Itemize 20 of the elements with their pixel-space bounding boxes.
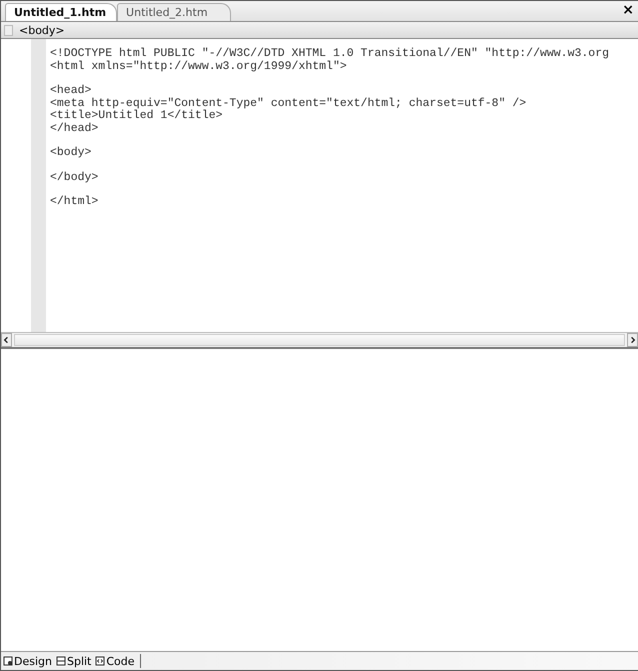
close-button[interactable]: × xyxy=(618,2,638,20)
view-button[interactable]: Split xyxy=(54,654,94,668)
design-view-icon xyxy=(3,656,13,666)
code-line: <meta http-equiv="Content-Type" content="text/html; charset=utf-8" /> xyxy=(50,98,528,110)
split-view-icon xyxy=(56,656,66,666)
code-view-icon xyxy=(95,656,106,666)
code-line: </body> xyxy=(50,172,100,184)
code-line: </html> xyxy=(50,196,100,208)
tag-selector-button[interactable]: <body> xyxy=(17,24,67,36)
code-line: </head> xyxy=(50,122,100,135)
code-line: <!DOCTYPE html PUBLIC "-//W3C//DTD XHTML 1.0 Transitional//EN" "http://www.w3.org xyxy=(50,48,609,60)
document-tab[interactable]: Untitled_1.htm xyxy=(5,3,118,21)
document-tab[interactable]: Untitled_2.htm xyxy=(117,3,231,21)
view-button[interactable]: Design xyxy=(1,654,54,668)
view-button[interactable]: Code xyxy=(93,654,137,668)
code-line: <html xmlns="http://www.w3.org/1999/xhtml"> xyxy=(50,60,348,73)
code-line: <head> xyxy=(50,85,92,98)
square-icon xyxy=(4,24,13,36)
code-line: <title>Untitled 1</title> xyxy=(50,110,224,122)
code-line: <body> xyxy=(50,147,92,160)
